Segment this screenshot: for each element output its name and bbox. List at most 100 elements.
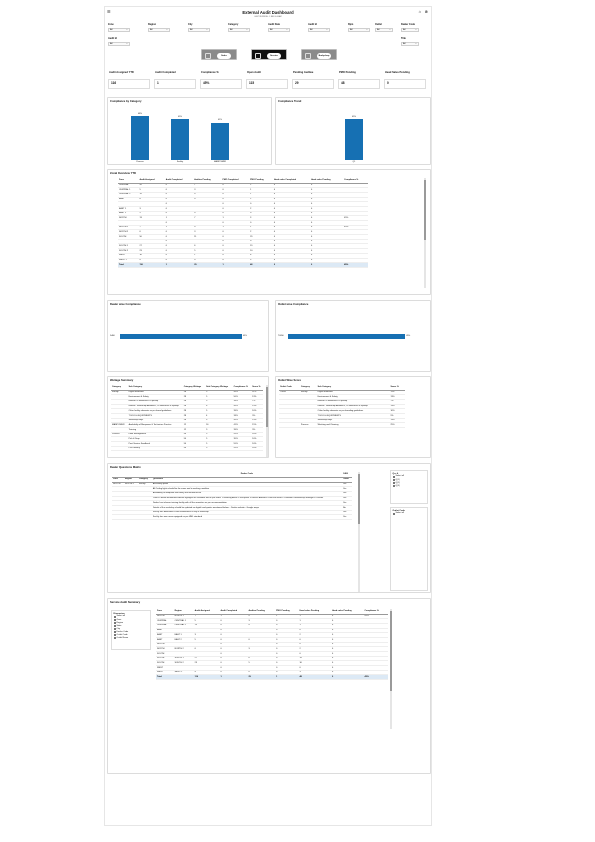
filter-label: Outlet xyxy=(375,23,382,26)
table-cell: 0 xyxy=(309,262,344,268)
category-label: MANPOWER xyxy=(214,161,226,163)
slicer-option[interactable]: Q(3) xyxy=(392,484,426,487)
tab-bodyshop[interactable]: Bodyshop xyxy=(301,49,337,60)
checkbox[interactable] xyxy=(113,637,116,640)
filter-select[interactable]: All xyxy=(228,27,250,33)
checkbox[interactable] xyxy=(113,618,116,621)
home-icon[interactable]: ⌂ xyxy=(419,10,421,14)
checkbox[interactable] xyxy=(392,481,395,484)
question-matrix-wrap: Dealer Code C400 Zone Region Category Questio… xyxy=(112,472,352,520)
checkbox[interactable] xyxy=(392,512,395,515)
table-cell: 45% xyxy=(343,262,368,268)
filter-label: Title xyxy=(401,37,406,40)
zonal-scrollbar[interactable] xyxy=(424,178,426,288)
bodyshop-icon xyxy=(305,52,311,59)
checkbox[interactable] xyxy=(113,628,116,631)
table-cell: 1 xyxy=(221,262,250,268)
slicer-list: Select all xyxy=(392,512,426,515)
kpi-value: 115 xyxy=(246,79,288,89)
table-cell: 29 xyxy=(193,262,222,268)
filter-select[interactable]: All xyxy=(108,27,130,33)
compliance-trend-card: Compliance Trend 45% Q1 xyxy=(275,97,431,165)
kpi-card: Open Audit 115 xyxy=(245,70,289,92)
filter-label: Region xyxy=(148,23,157,26)
tab-sales[interactable]: Sales xyxy=(201,49,237,60)
question-matrix-card: Dealer Questions Matrix Dealer Code C400 Z… xyxy=(107,463,431,593)
kpi-label: Audit Assigned YTD xyxy=(109,71,134,74)
dashboard-page: ☰ External Audit Dashboard LAST REFRESH:… xyxy=(104,6,432,826)
table-cell: Pre Delivery xyxy=(127,446,183,452)
filter-select[interactable]: All xyxy=(308,27,330,33)
data-label: 45% xyxy=(406,335,411,337)
card-title: Dealer Questions Matrix xyxy=(110,466,141,469)
service-icon xyxy=(255,52,261,59)
filter-label: Rpm xyxy=(348,23,354,26)
filter-select[interactable]: All xyxy=(268,27,290,33)
table-cell: 1 xyxy=(275,674,299,681)
checkbox[interactable] xyxy=(113,634,116,637)
checkbox[interactable] xyxy=(392,475,395,478)
kpi-card: Audit Assigned YTD 116 xyxy=(107,70,151,92)
checkbox[interactable] xyxy=(392,484,395,487)
filter-select[interactable]: All xyxy=(401,41,419,47)
kpi-card: Audit Completed 1 xyxy=(153,70,197,92)
data-label: 45% xyxy=(242,335,247,337)
qm-scrollbar[interactable] xyxy=(358,472,360,592)
scrollbar-thumb[interactable] xyxy=(358,474,360,524)
filter-select[interactable]: All xyxy=(148,27,170,33)
clear-filter-icon[interactable]: ⊗ xyxy=(425,10,428,14)
kpi-card: Head Sales Pending 0 xyxy=(383,70,427,92)
kpi-value: 29 xyxy=(292,79,334,89)
tab-label: Service xyxy=(267,52,281,59)
filter-select[interactable]: All xyxy=(348,27,370,33)
card-title: Zonal Overview YTD xyxy=(110,172,136,175)
checkbox[interactable] xyxy=(113,621,116,624)
checkbox[interactable] xyxy=(113,624,116,627)
table-cell xyxy=(112,514,124,520)
table-cell: 10% xyxy=(251,446,263,452)
table-cell: 0 xyxy=(272,262,310,268)
slicer-option[interactable]: Select all xyxy=(392,512,426,515)
table-cell xyxy=(279,422,300,428)
dealer-compliance-chart: D400 45% xyxy=(108,301,270,373)
checkbox[interactable] xyxy=(392,478,395,481)
filter-label: City xyxy=(188,23,193,26)
kpi-value: 116 xyxy=(108,79,150,89)
table-cell: Yes xyxy=(341,514,352,520)
chart-bar xyxy=(211,122,229,160)
filter-label: Audit Id xyxy=(108,37,117,40)
table-cell: 1 xyxy=(219,674,248,681)
slicer-option[interactable]: Outlet Name xyxy=(113,637,149,640)
filter-label: Audit Id xyxy=(308,23,317,26)
weightage-scrollbar[interactable] xyxy=(266,385,268,457)
kpi-value: 1 xyxy=(154,79,196,89)
data-label: 45% xyxy=(177,115,182,118)
filter-region: Region All xyxy=(148,23,170,33)
kpi-card: PMO Pending 48 xyxy=(337,70,381,92)
data-label: 48% xyxy=(137,112,142,115)
checkbox[interactable] xyxy=(113,631,116,634)
scrollbar-thumb[interactable] xyxy=(424,180,426,240)
table-cell: 55% xyxy=(232,446,252,452)
service-scrollbar[interactable] xyxy=(390,609,392,729)
scrollbar-thumb[interactable] xyxy=(266,387,268,427)
data-label: 41% xyxy=(217,119,222,122)
kpi-label: Open Audit xyxy=(247,71,261,74)
filter-select[interactable]: All xyxy=(188,27,210,33)
table-cell: 5 xyxy=(205,446,233,452)
service-summary-table-wrap: Zone Region Audit Assigned Audit Completed A… xyxy=(156,609,388,681)
table-cell: Washing and Cleaning xyxy=(316,422,390,428)
table-row: Pre Delivery 50 5 55% 10% xyxy=(111,446,263,452)
tab-service[interactable]: Service xyxy=(251,49,287,60)
filter-select[interactable]: All xyxy=(401,27,419,33)
kpi-value: 0 xyxy=(384,79,426,89)
filter-select[interactable]: All xyxy=(375,27,393,33)
chart-bar xyxy=(120,334,242,339)
weightage-summary-card: Weitage Summary Category Sub Category Cate… xyxy=(107,376,269,458)
zonal-overview-card: Zonal Overview YTD Zone Audit Assigned Aud… xyxy=(107,169,431,295)
question-cell: Facility has own room equipped as per HM… xyxy=(151,514,342,520)
scrollbar-thumb[interactable] xyxy=(390,611,392,691)
compliance-by-category-card: Compliance by Category 48% Process 45% Faci… xyxy=(107,97,272,165)
checkbox[interactable] xyxy=(113,615,116,618)
filter-select[interactable]: All xyxy=(108,41,130,47)
